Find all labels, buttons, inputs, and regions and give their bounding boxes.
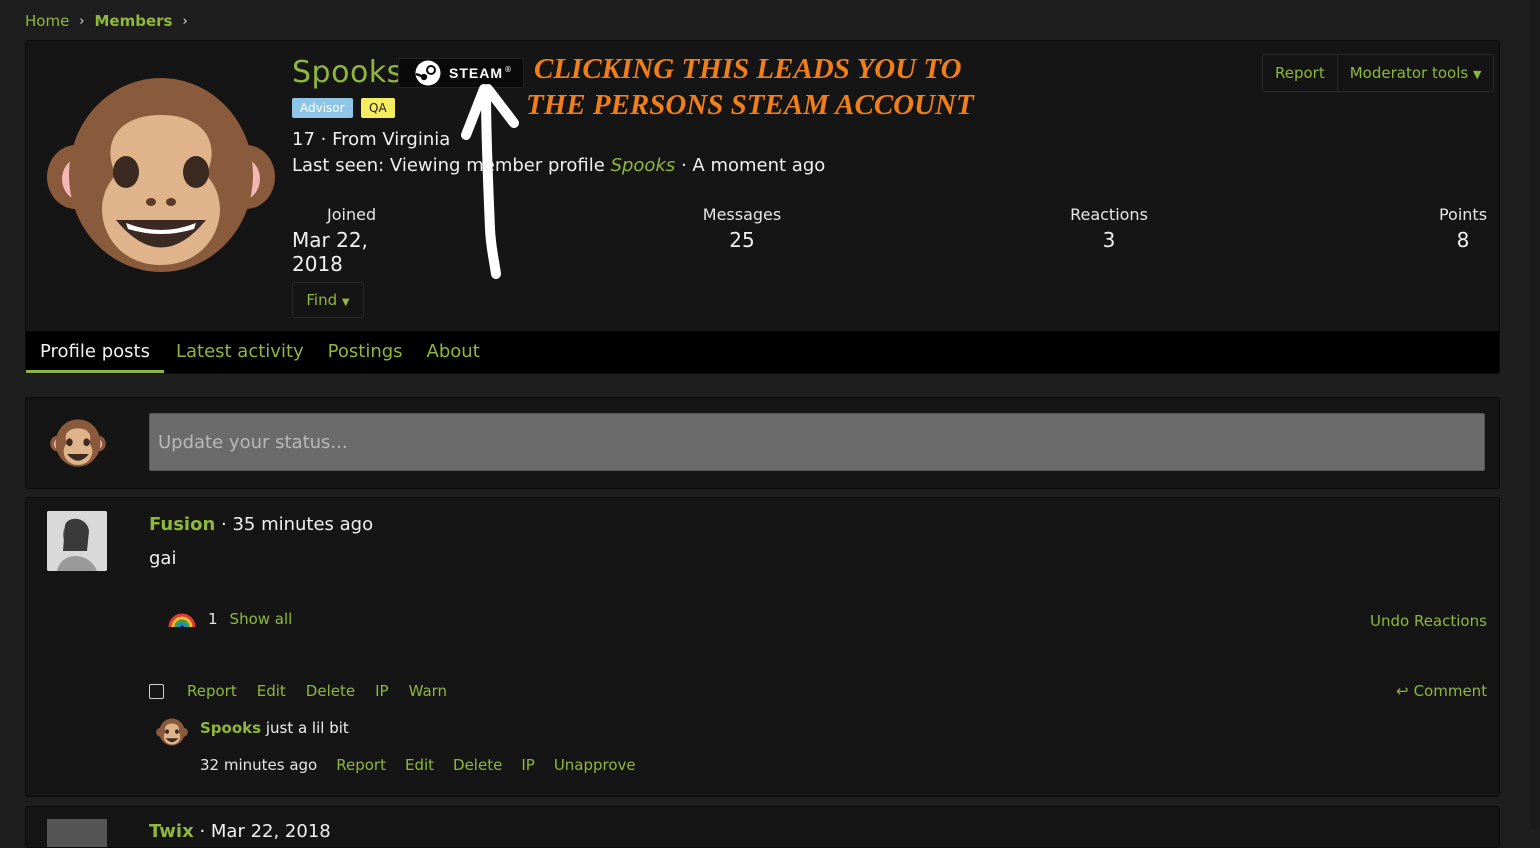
stat-value: 25 (729, 228, 755, 252)
select-checkbox[interactable] (149, 683, 164, 699)
annotation-arrow-icon (461, 84, 519, 279)
stat-label: Messages (702, 205, 782, 224)
stat-reactions[interactable]: Reactions 3 (1059, 205, 1159, 252)
reply-icon: ↩ (1396, 682, 1409, 700)
advisor-badge: Advisor (292, 98, 353, 118)
breadcrumb-home-link[interactable]: Home (25, 12, 69, 30)
reaction-count: 1 (208, 610, 218, 628)
profile-post: Fusion · 35 minutes ago gai 1 Show all U… (25, 497, 1500, 797)
last-seen-user-link[interactable]: Spooks (611, 155, 676, 176)
comment-author-monkey-icon[interactable] (156, 717, 188, 747)
stat-label: Joined (327, 205, 377, 224)
profile-post: Twix · Mar 22, 2018 (25, 806, 1500, 848)
post-author-link[interactable]: Fusion (149, 514, 215, 535)
post-ip-link[interactable]: IP (375, 682, 388, 700)
comment-author-link[interactable]: Spooks (200, 719, 261, 737)
status-input[interactable] (149, 413, 1485, 471)
last-seen-suffix: · A moment ago (675, 155, 826, 176)
profile-header-card: Spooks STEAM ® CLICKING THIS LEADS YOU TO… (25, 40, 1500, 374)
scrollbar[interactable] (1530, 0, 1540, 829)
post-warn-link[interactable]: Warn (409, 682, 447, 700)
last-seen-prefix: Last seen: Viewing member profile (292, 155, 611, 176)
report-button[interactable]: Report (1263, 55, 1337, 91)
moderator-tools-button[interactable]: Moderator tools ▼ (1338, 55, 1494, 91)
post-header: Fusion · 35 minutes ago (149, 514, 373, 535)
post-delete-link[interactable]: Delete (306, 682, 355, 700)
post-header: Twix · Mar 22, 2018 (149, 821, 331, 842)
comment-delete-link[interactable]: Delete (453, 756, 502, 774)
profile-avatar-monkey-icon[interactable] (46, 75, 276, 275)
annotation-text-line1: CLICKING THIS LEADS YOU TO (534, 53, 962, 85)
find-button[interactable]: Find ▼ (292, 282, 364, 318)
comment-actions: 32 minutes ago Report Edit Delete IP Una… (200, 756, 655, 774)
stat-points[interactable]: Points 8 (1423, 205, 1503, 252)
caret-down-icon: ▼ (1472, 68, 1482, 81)
person-photo-icon (47, 511, 107, 571)
comment-ip-link[interactable]: IP (521, 756, 534, 774)
stat-value: 3 (1102, 228, 1116, 252)
user-avatar-monkey-icon[interactable] (50, 418, 106, 468)
steam-registered-mark: ® (504, 64, 512, 74)
breadcrumb-separator: › (79, 13, 85, 29)
breadcrumb: Home › Members › (25, 12, 188, 30)
breadcrumb-separator: › (182, 13, 188, 29)
post-time[interactable]: · 35 minutes ago (215, 514, 373, 535)
tab-about[interactable]: About (415, 331, 492, 373)
moderator-tools-label: Moderator tools (1349, 64, 1469, 82)
profile-username: Spooks (292, 55, 403, 90)
comment-label: Comment (1413, 682, 1488, 700)
profile-actions-group: Report Moderator tools ▼ (1262, 54, 1495, 92)
undo-reactions-link[interactable]: Undo Reactions (1370, 612, 1487, 630)
profile-age-location: 17 · From Virginia (292, 129, 451, 150)
comment-edit-link[interactable]: Edit (405, 756, 434, 774)
tab-latest-activity[interactable]: Latest activity (164, 331, 316, 373)
comment-button[interactable]: ↩ Comment (1396, 682, 1487, 700)
stat-value: 8 (1456, 228, 1470, 252)
stat-value: Mar 22, 2018 (292, 228, 368, 276)
comment-body: Spooks just a lil bit (200, 719, 349, 737)
post-report-link[interactable]: Report (187, 682, 237, 700)
tab-profile-posts[interactable]: Profile posts (26, 331, 164, 373)
post-body: gai (149, 548, 177, 569)
rainbow-icon[interactable] (168, 611, 196, 627)
post-author-avatar[interactable] (47, 511, 107, 571)
annotation-text-line2: THE PERSONS STEAM ACCOUNT (526, 89, 974, 121)
stat-label: Points (1438, 205, 1488, 224)
profile-last-seen: Last seen: Viewing member profile Spooks… (292, 155, 825, 176)
post-edit-link[interactable]: Edit (257, 682, 286, 700)
status-update-card (25, 397, 1500, 489)
post-time[interactable]: · Mar 22, 2018 (194, 821, 330, 842)
post-author-link[interactable]: Twix (149, 821, 194, 842)
profile-tab-bar: Profile posts Latest activity Postings A… (26, 331, 1499, 373)
comment-unapprove-link[interactable]: Unapprove (554, 756, 636, 774)
find-label: Find (306, 291, 338, 309)
stat-joined: Joined Mar 22, 2018 (292, 205, 412, 276)
breadcrumb-members-link[interactable]: Members (95, 12, 173, 30)
reactions-row: 1 Show all (168, 610, 292, 628)
comment-text: just a lil bit (261, 719, 349, 737)
comment-report-link[interactable]: Report (336, 756, 386, 774)
comment-time[interactable]: 32 minutes ago (200, 756, 317, 774)
qa-badge: QA (361, 98, 395, 118)
show-all-reactions-link[interactable]: Show all (230, 610, 293, 628)
caret-down-icon: ▼ (341, 297, 350, 308)
stat-messages[interactable]: Messages 25 (692, 205, 792, 252)
post-actions: Report Edit Delete IP Warn (149, 682, 467, 700)
post-author-avatar[interactable] (47, 819, 107, 847)
stat-label: Reactions (1070, 205, 1148, 224)
tab-postings[interactable]: Postings (316, 331, 415, 373)
